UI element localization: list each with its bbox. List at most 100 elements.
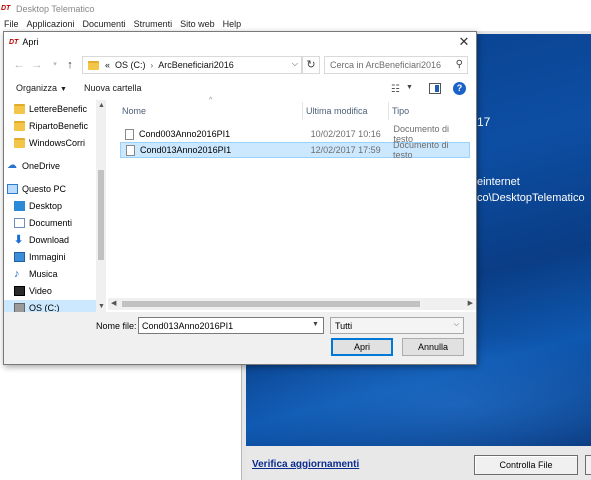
nav-item-windowscorri[interactable]: WindowsCorri bbox=[14, 135, 106, 151]
menu-applicazioni[interactable]: Applicazioni bbox=[23, 19, 79, 29]
text-file-icon bbox=[125, 128, 134, 140]
filename-label: Nome file: bbox=[96, 321, 137, 331]
nav-label: Documenti bbox=[29, 218, 73, 228]
nav-label: Desktop bbox=[29, 201, 63, 211]
folder-icon bbox=[14, 104, 25, 114]
nav-item-onedrive[interactable]: ☁ OneDrive bbox=[4, 158, 96, 174]
file-row-selected[interactable]: Cond013Anno2016PI1 12/02/2017 17:59 Docu… bbox=[120, 140, 470, 160]
dialog-toolbar: Organizza ▼ Nuova cartella ☷ ▼ ? bbox=[4, 78, 476, 100]
nav-label: OneDrive bbox=[22, 161, 61, 171]
nav-scroll-thumb[interactable] bbox=[98, 170, 104, 260]
hscroll-thumb[interactable] bbox=[122, 301, 420, 307]
column-separator[interactable] bbox=[388, 102, 389, 120]
file-name: Cond003Anno2016PI1 bbox=[139, 129, 231, 139]
nav-label: Questo PC bbox=[22, 184, 67, 194]
filename-dropdown-icon[interactable]: ▼ bbox=[312, 321, 319, 328]
help-icon[interactable]: ? bbox=[453, 82, 466, 95]
view-options-icon[interactable]: ☷ bbox=[391, 84, 400, 95]
secondary-button[interactable] bbox=[585, 455, 591, 475]
sort-ascending-icon: ^ bbox=[209, 97, 213, 104]
forward-arrow-icon[interactable]: → bbox=[30, 58, 44, 72]
nav-item-video[interactable]: Video bbox=[14, 283, 106, 299]
dialog-titlebar: DT Apri ✕ bbox=[4, 32, 476, 52]
file-type: Documento di testo bbox=[392, 140, 449, 160]
menu-strumenti[interactable]: Strumenti bbox=[130, 19, 177, 29]
file-modified: 10/02/2017 10:16 bbox=[310, 129, 381, 139]
up-arrow-icon[interactable]: ↑ bbox=[63, 58, 77, 72]
drive-icon bbox=[14, 303, 25, 312]
cancel-button[interactable]: Annulla bbox=[402, 338, 464, 356]
desktop-icon bbox=[14, 201, 25, 211]
music-icon: ♪ bbox=[14, 268, 20, 280]
file-type-select[interactable]: Tutti ⌵ bbox=[330, 317, 464, 334]
banner-text-path: co\DesktopTelematico bbox=[477, 192, 585, 204]
computer-icon bbox=[7, 184, 18, 194]
nav-item-download[interactable]: ⬇ Download bbox=[14, 232, 106, 248]
app-titlebar: DT Desktop Telematico bbox=[0, 0, 591, 17]
filename-input[interactable] bbox=[138, 317, 324, 334]
search-icon[interactable]: ⚲ bbox=[456, 59, 463, 70]
scroll-up-icon[interactable]: ▲ bbox=[98, 102, 105, 109]
breadcrumb-os-c[interactable]: OS (C:) bbox=[115, 60, 146, 70]
file-name: Cond013Anno2016PI1 bbox=[140, 145, 232, 155]
preview-pane-icon[interactable] bbox=[429, 83, 441, 94]
chevron-right-icon[interactable]: › bbox=[151, 61, 154, 70]
search-field[interactable]: ⚲ bbox=[324, 56, 468, 74]
nav-item-letterebenefic[interactable]: LettereBenefic bbox=[14, 101, 106, 117]
nav-item-immagini[interactable]: Immagini bbox=[14, 249, 106, 265]
folder-icon bbox=[88, 60, 99, 70]
video-icon bbox=[14, 286, 25, 296]
column-header-type[interactable]: Tipo bbox=[392, 102, 409, 120]
dialog-title: Apri bbox=[22, 37, 39, 47]
breadcrumb-arcbeneficiari2016[interactable]: ArcBeneficiari2016 bbox=[158, 60, 234, 70]
nav-label: OS (C:) bbox=[29, 303, 60, 312]
check-updates-link[interactable]: Verifica aggiornamenti bbox=[252, 459, 359, 470]
file-modified: 12/02/2017 17:59 bbox=[310, 145, 381, 155]
menu-file[interactable]: File bbox=[0, 19, 23, 29]
history-dropdown-icon[interactable]: ▾ bbox=[48, 58, 62, 72]
dialog-footer: Nome file: ▼ Tutti ⌵ Apri Annulla bbox=[4, 312, 476, 364]
nav-item-ripartobenefic[interactable]: RipartoBenefic bbox=[14, 118, 106, 134]
open-button[interactable]: Apri bbox=[331, 338, 393, 356]
folder-icon bbox=[14, 121, 25, 131]
app-logo: DT bbox=[1, 4, 11, 12]
nav-scrollbar[interactable]: ▲ ▼ bbox=[96, 100, 106, 312]
column-header-modified[interactable]: Ultima modifica bbox=[306, 102, 368, 120]
banner-text-year: 17 bbox=[477, 115, 491, 129]
refresh-icon[interactable]: ↻ bbox=[302, 56, 320, 74]
column-header-name[interactable]: Nome bbox=[122, 102, 146, 120]
text-file-icon bbox=[126, 144, 135, 156]
menu-sito-web[interactable]: Sito web bbox=[176, 19, 219, 29]
chevron-down-icon[interactable]: ⌵ bbox=[292, 59, 298, 69]
check-file-button[interactable]: Controlla File bbox=[474, 455, 578, 475]
nav-label: Musica bbox=[29, 269, 58, 279]
close-icon[interactable]: ✕ bbox=[457, 35, 471, 49]
scroll-down-icon[interactable]: ▼ bbox=[98, 303, 105, 310]
address-bar[interactable]: « OS (C:) › ArcBeneficiari2016 ⌵ bbox=[82, 56, 302, 74]
nav-item-desktop[interactable]: Desktop bbox=[14, 198, 106, 214]
nav-item-documenti[interactable]: Documenti bbox=[14, 215, 106, 231]
documents-icon bbox=[14, 218, 25, 228]
scroll-right-icon[interactable]: ▶ bbox=[468, 299, 473, 307]
view-dropdown-icon[interactable]: ▼ bbox=[406, 84, 413, 91]
open-file-dialog: DT Apri ✕ ← → ▾ ↑ « OS (C:) › ArcBenefic… bbox=[3, 31, 477, 365]
nav-item-musica[interactable]: ♪ Musica bbox=[14, 266, 106, 282]
nav-item-os-c[interactable]: OS (C:) bbox=[4, 300, 96, 312]
organize-button[interactable]: Organizza ▼ bbox=[16, 83, 67, 93]
back-arrow-icon[interactable]: ← bbox=[12, 58, 26, 72]
menu-documenti[interactable]: Documenti bbox=[79, 19, 130, 29]
nav-label: Download bbox=[29, 235, 70, 245]
address-row: ← → ▾ ↑ « OS (C:) › ArcBeneficiari2016 ⌵… bbox=[4, 54, 476, 76]
file-list-hscrollbar[interactable]: ◀ ▶ bbox=[108, 298, 476, 310]
app-menubar: File Applicazioni Documenti Strumenti Si… bbox=[0, 17, 591, 30]
search-input[interactable] bbox=[330, 60, 450, 70]
new-folder-button[interactable]: Nuova cartella bbox=[84, 83, 142, 93]
nav-item-questo-pc[interactable]: Questo PC bbox=[4, 181, 96, 197]
dialog-logo: DT bbox=[9, 38, 19, 46]
column-separator[interactable] bbox=[302, 102, 303, 120]
scroll-left-icon[interactable]: ◀ bbox=[111, 299, 116, 307]
address-overflow[interactable]: « bbox=[105, 60, 110, 70]
organize-label: Organizza bbox=[16, 83, 58, 93]
nav-label: RipartoBenefic bbox=[29, 121, 89, 131]
menu-help[interactable]: Help bbox=[219, 19, 246, 29]
